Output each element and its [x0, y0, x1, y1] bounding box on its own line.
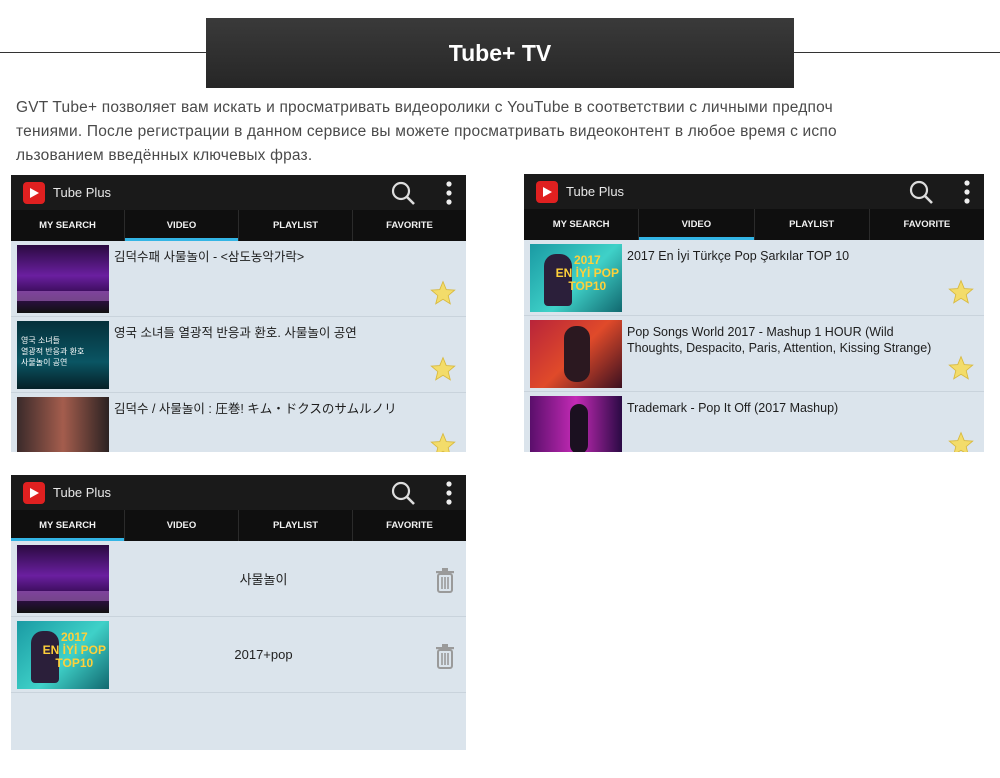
video-list-item[interactable]: 김덕수패 사물놀이 - <삼도농악가락> [11, 241, 466, 317]
search-icon[interactable] [390, 180, 416, 206]
saved-search-item[interactable]: 2017 EN İYİ POP TOP10 2017+pop [11, 617, 466, 693]
action-bar: Tube Plus [11, 475, 466, 510]
search-icon[interactable] [908, 179, 934, 205]
trash-icon[interactable] [434, 643, 456, 669]
description-line-1: GVT Tube+ позволяет вам искать и просмат… [16, 99, 833, 116]
video-list-item[interactable]: 2017 EN İYİ POP TOP10 2017 En İyi Türkçe… [524, 240, 984, 316]
search-thumbnail [17, 545, 109, 613]
screenshot-my-search: Tube Plus MY SEARCH VIDEO PLAYLIST FAVOR… [11, 475, 466, 750]
tab-video[interactable]: VIDEO [639, 209, 755, 240]
app-title: Tube Plus [53, 485, 112, 500]
action-bar: Tube Plus [11, 175, 466, 210]
screenshot-video-pop: Tube Plus MY SEARCH VIDEO PLAYLIST FAVOR… [524, 174, 984, 452]
thumbnail-caption: 영국 소녀들 열광적 반응과 환호 사물놀이 공연 [21, 336, 85, 367]
app-logo-icon [23, 481, 45, 504]
tab-bar: MY SEARCH VIDEO PLAYLIST FAVORITE [524, 209, 984, 240]
description-line-2: тениями. После регистрации в данном серв… [16, 123, 837, 140]
thumbnail-caption: 2017 EN İYİ POP TOP10 [555, 253, 619, 293]
star-icon[interactable] [948, 279, 974, 305]
star-icon[interactable] [948, 431, 974, 452]
video-thumbnail [17, 397, 109, 452]
video-title: 김덕수 / 사물놀이 : 圧巻! キム・ドクスのサムルノリ [114, 402, 397, 416]
app-logo-icon [536, 180, 558, 203]
star-icon[interactable] [430, 356, 456, 382]
video-list-item[interactable]: 영국 소녀들 열광적 반응과 환호 사물놀이 공연 영국 소녀들 열광적 반응과… [11, 317, 466, 393]
tab-favorite[interactable]: FAVORITE [353, 510, 466, 541]
video-list-item[interactable]: Trademark - Pop It Off (2017 Mashup) [524, 392, 984, 452]
tab-bar: MY SEARCH VIDEO PLAYLIST FAVORITE [11, 510, 466, 541]
star-icon[interactable] [948, 355, 974, 381]
tab-favorite[interactable]: FAVORITE [353, 210, 466, 241]
tab-bar: MY SEARCH VIDEO PLAYLIST FAVORITE [11, 210, 466, 241]
tab-playlist[interactable]: PLAYLIST [755, 209, 870, 240]
saved-search-item[interactable]: 사물놀이 [11, 541, 466, 617]
video-title: 김덕수패 사물놀이 - <삼도농악가락> [114, 250, 305, 264]
page-title: Tube+ TV [206, 18, 794, 88]
search-thumbnail: 2017 EN İYİ POP TOP10 [17, 621, 109, 689]
tab-favorite[interactable]: FAVORITE [870, 209, 984, 240]
search-icon[interactable] [390, 480, 416, 506]
tab-my-search[interactable]: MY SEARCH [524, 209, 640, 240]
video-thumbnail: 영국 소녀들 열광적 반응과 환호 사물놀이 공연 [17, 321, 109, 389]
action-bar: Tube Plus [524, 174, 984, 209]
thumbnail-caption: 2017 EN İYİ POP TOP10 [42, 630, 106, 670]
video-title: Pop Songs World 2017 - Mashup 1 HOUR (Wi… [627, 325, 932, 355]
video-title: 2017 En İyi Türkçe Pop Şarkılar TOP 10 [627, 249, 850, 263]
overflow-menu-icon[interactable] [964, 179, 970, 205]
overflow-menu-icon[interactable] [446, 480, 452, 506]
trash-icon[interactable] [434, 567, 456, 593]
star-icon[interactable] [430, 432, 456, 452]
tab-playlist[interactable]: PLAYLIST [239, 510, 353, 541]
star-icon[interactable] [430, 280, 456, 306]
video-list-item[interactable]: Pop Songs World 2017 - Mashup 1 HOUR (Wi… [524, 316, 984, 392]
app-title: Tube Plus [53, 185, 112, 200]
overflow-menu-icon[interactable] [446, 180, 452, 206]
description: GVT Tube+ позволяет вам искать и просмат… [16, 96, 986, 168]
header-rule-right [794, 52, 1000, 53]
header-rule-left [0, 52, 206, 53]
app-logo-icon [23, 181, 45, 204]
description-line-3: льзованием введённых ключевых фраз. [16, 147, 313, 164]
tab-my-search[interactable]: MY SEARCH [11, 510, 125, 541]
screenshot-video-korean: Tube Plus MY SEARCH VIDEO PLAYLIST FAVOR… [11, 175, 466, 452]
tab-playlist[interactable]: PLAYLIST [239, 210, 353, 241]
video-thumbnail [17, 245, 109, 313]
tab-video[interactable]: VIDEO [125, 510, 239, 541]
search-keyword: 2017+pop [234, 647, 293, 662]
tab-my-search[interactable]: MY SEARCH [11, 210, 125, 241]
tab-video[interactable]: VIDEO [125, 210, 239, 241]
video-title: Trademark - Pop It Off (2017 Mashup) [627, 401, 839, 415]
video-title: 영국 소녀들 열광적 반응과 환호. 사물놀이 공연 [114, 326, 357, 340]
video-thumbnail [530, 396, 622, 452]
video-thumbnail [530, 320, 622, 388]
video-list-item[interactable]: 김덕수 / 사물놀이 : 圧巻! キム・ドクスのサムルノリ [11, 393, 466, 452]
search-keyword: 사물놀이 [239, 572, 288, 587]
app-title: Tube Plus [566, 184, 625, 199]
video-thumbnail: 2017 EN İYİ POP TOP10 [530, 244, 622, 312]
